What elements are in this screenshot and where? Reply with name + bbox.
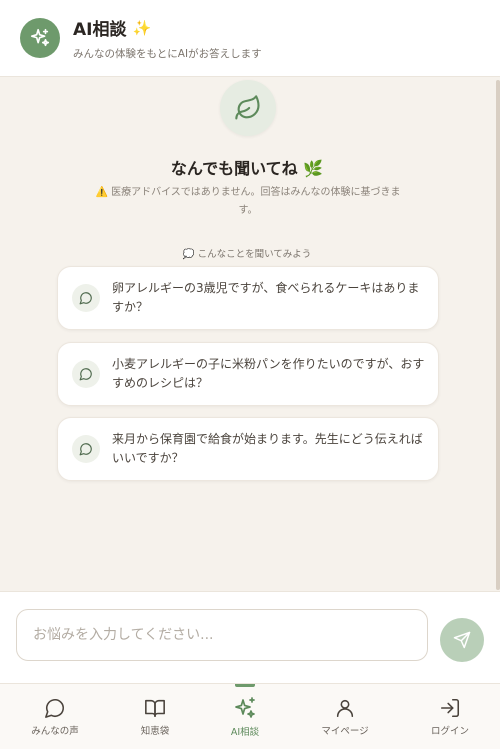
sparkle-emoji: ✨ xyxy=(132,18,152,37)
send-icon xyxy=(453,631,471,649)
suggestion-text: 来月から保育園で給食が始まります。先生にどう伝えればいいですか？ xyxy=(112,432,423,465)
nav-item-mypage[interactable]: マイページ xyxy=(295,684,395,749)
chat-bubble-icon xyxy=(72,284,100,312)
page-subtitle: みんなの体験をもとにAIがお答えします xyxy=(73,48,262,60)
nav-item-community[interactable]: みんなの声 xyxy=(5,684,105,749)
chat-bubble-icon xyxy=(44,697,66,719)
scrollbar[interactable] xyxy=(496,80,500,590)
message-input[interactable] xyxy=(16,609,428,661)
book-icon xyxy=(144,697,166,719)
nav-item-login[interactable]: ログイン xyxy=(400,684,500,749)
chat-area[interactable]: なんでも聞いてね 🌿 ⚠️ 医療アドバイスではありません。回答はみんなの体験に基… xyxy=(0,77,500,591)
thought-bubble-icon: 💭 xyxy=(182,249,195,260)
suggestions-label-text: こんなことを聞いてみよう xyxy=(197,249,312,260)
leaf-icon xyxy=(220,80,276,136)
send-button[interactable] xyxy=(440,618,484,662)
suggestion-text: 卵アレルギーの3歳児ですが、食べられるケーキはありますか？ xyxy=(112,281,420,314)
page-title: AI相談 ✨ xyxy=(73,15,262,41)
sparkles-icon xyxy=(20,18,60,58)
suggestion-card[interactable]: 来月から保育園で給食が始まります。先生にどう伝えればいいですか？ xyxy=(57,417,439,481)
bottom-nav: みんなの声 知恵袋 AI相談 マイページ ログイン xyxy=(0,683,500,749)
chat-bubble-icon xyxy=(72,360,100,388)
nav-label: みんなの声 xyxy=(31,726,79,737)
nav-label: AI相談 xyxy=(230,727,260,738)
chat-bubble-icon xyxy=(72,435,100,463)
nav-item-knowledge[interactable]: 知恵袋 xyxy=(105,684,205,749)
user-icon xyxy=(334,697,356,719)
disclaimer-text: 医療アドバイスではありません。回答はみんなの体験に基づきます。 xyxy=(111,187,401,216)
nav-label: ログイン xyxy=(430,726,469,737)
page-title-text: AI相談 xyxy=(73,20,127,40)
sparkles-icon xyxy=(233,696,257,720)
nav-label: マイページ xyxy=(321,726,369,737)
nav-label: 知恵袋 xyxy=(140,726,170,737)
nav-item-ai-consult[interactable]: AI相談 xyxy=(195,684,295,749)
login-icon xyxy=(439,697,461,719)
suggestion-text: 小麦アレルギーの子に米粉パンを作りたいのですが、おすすめのレシピは？ xyxy=(112,357,425,390)
suggestions-label: 💭 こんなことを聞いてみよう xyxy=(0,246,494,260)
suggestion-card[interactable]: 小麦アレルギーの子に米粉パンを作りたいのですが、おすすめのレシピは？ xyxy=(57,342,439,406)
suggestion-card[interactable]: 卵アレルギーの3歳児ですが、食べられるケーキはありますか？ xyxy=(57,266,439,330)
app-header: AI相談 ✨ みんなの体験をもとにAIがお答えします xyxy=(0,0,500,77)
composer xyxy=(0,591,500,683)
disclaimer: ⚠️ 医療アドバイスではありません。回答はみんなの体験に基づきます。 xyxy=(88,184,408,220)
warning-icon: ⚠️ xyxy=(95,187,108,198)
welcome-title: なんでも聞いてね 🌿 xyxy=(170,159,324,178)
